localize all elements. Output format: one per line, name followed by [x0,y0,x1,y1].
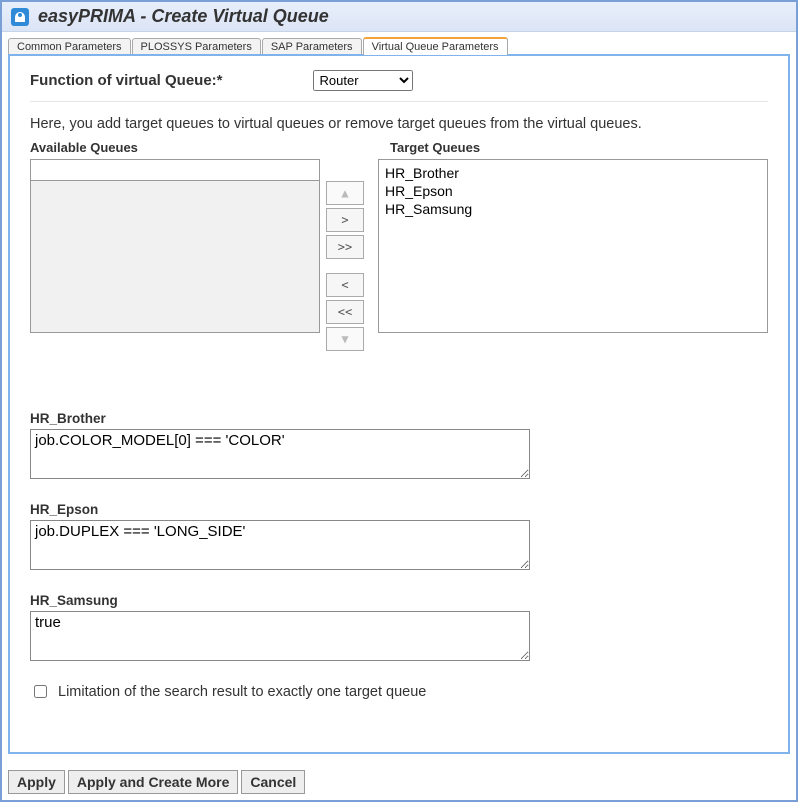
rule-label-hr-samsung: HR_Samsung [30,593,768,608]
transfer-buttons: ▲ > >> < << ▼ [326,159,372,351]
move-up-button[interactable]: ▲ [326,181,364,205]
window: easyPRIMA - Create Virtual Queue Common … [0,0,798,802]
description-text: Here, you add target queues to virtual q… [30,116,768,132]
list-item[interactable]: HR_Epson [385,182,761,200]
remove-all-button[interactable]: << [326,300,364,324]
cancel-button[interactable]: Cancel [241,770,305,794]
function-row: Function of virtual Queue:* Router [30,64,768,102]
tab-virtual-queue-parameters[interactable]: Virtual Queue Parameters [363,37,508,55]
rule-input-hr-brother[interactable] [30,429,530,479]
target-queues-list[interactable]: HR_Brother HR_Epson HR_Samsung [378,159,768,333]
move-down-button[interactable]: ▼ [326,327,364,351]
rule-input-hr-samsung[interactable] [30,611,530,661]
limitation-checkbox[interactable] [34,685,47,698]
tab-panel: Function of virtual Queue:* Router Here,… [8,54,790,754]
tab-sap-parameters[interactable]: SAP Parameters [262,38,362,55]
list-item[interactable]: HR_Samsung [385,200,761,218]
available-queues-search[interactable] [30,159,320,181]
function-label: Function of virtual Queue:* [30,72,223,89]
queue-transfer: ▲ > >> < << ▼ HR_Brother HR_Epson HR_Sam… [30,159,768,351]
list-item[interactable]: HR_Brother [385,164,761,182]
limitation-label: Limitation of the search result to exact… [58,684,426,700]
app-icon [10,7,30,27]
apply-button[interactable]: Apply [8,770,65,794]
tabs: Common Parameters PLOSSYS Parameters SAP… [2,32,796,54]
rule-label-hr-epson: HR_Epson [30,502,768,517]
available-queues-list[interactable] [30,181,320,333]
available-queues-header: Available Queues [30,140,320,155]
available-queues-column [30,159,320,351]
queue-headers: Available Queues Target Queues [30,140,768,155]
limitation-row: Limitation of the search result to exact… [30,682,768,701]
add-all-button[interactable]: >> [326,235,364,259]
rule-label-hr-brother: HR_Brother [30,411,768,426]
apply-and-create-more-button[interactable]: Apply and Create More [68,770,238,794]
target-queues-column: HR_Brother HR_Epson HR_Samsung [378,159,768,351]
tab-plossys-parameters[interactable]: PLOSSYS Parameters [132,38,261,55]
add-one-button[interactable]: > [326,208,364,232]
function-select[interactable]: Router [313,70,413,91]
target-queues-header: Target Queues [390,140,768,155]
remove-one-button[interactable]: < [326,273,364,297]
window-title: easyPRIMA - Create Virtual Queue [38,6,329,27]
tab-common-parameters[interactable]: Common Parameters [8,38,131,55]
title-bar: easyPRIMA - Create Virtual Queue [2,2,796,32]
footer-buttons: Apply Apply and Create More Cancel [8,770,305,794]
rule-input-hr-epson[interactable] [30,520,530,570]
